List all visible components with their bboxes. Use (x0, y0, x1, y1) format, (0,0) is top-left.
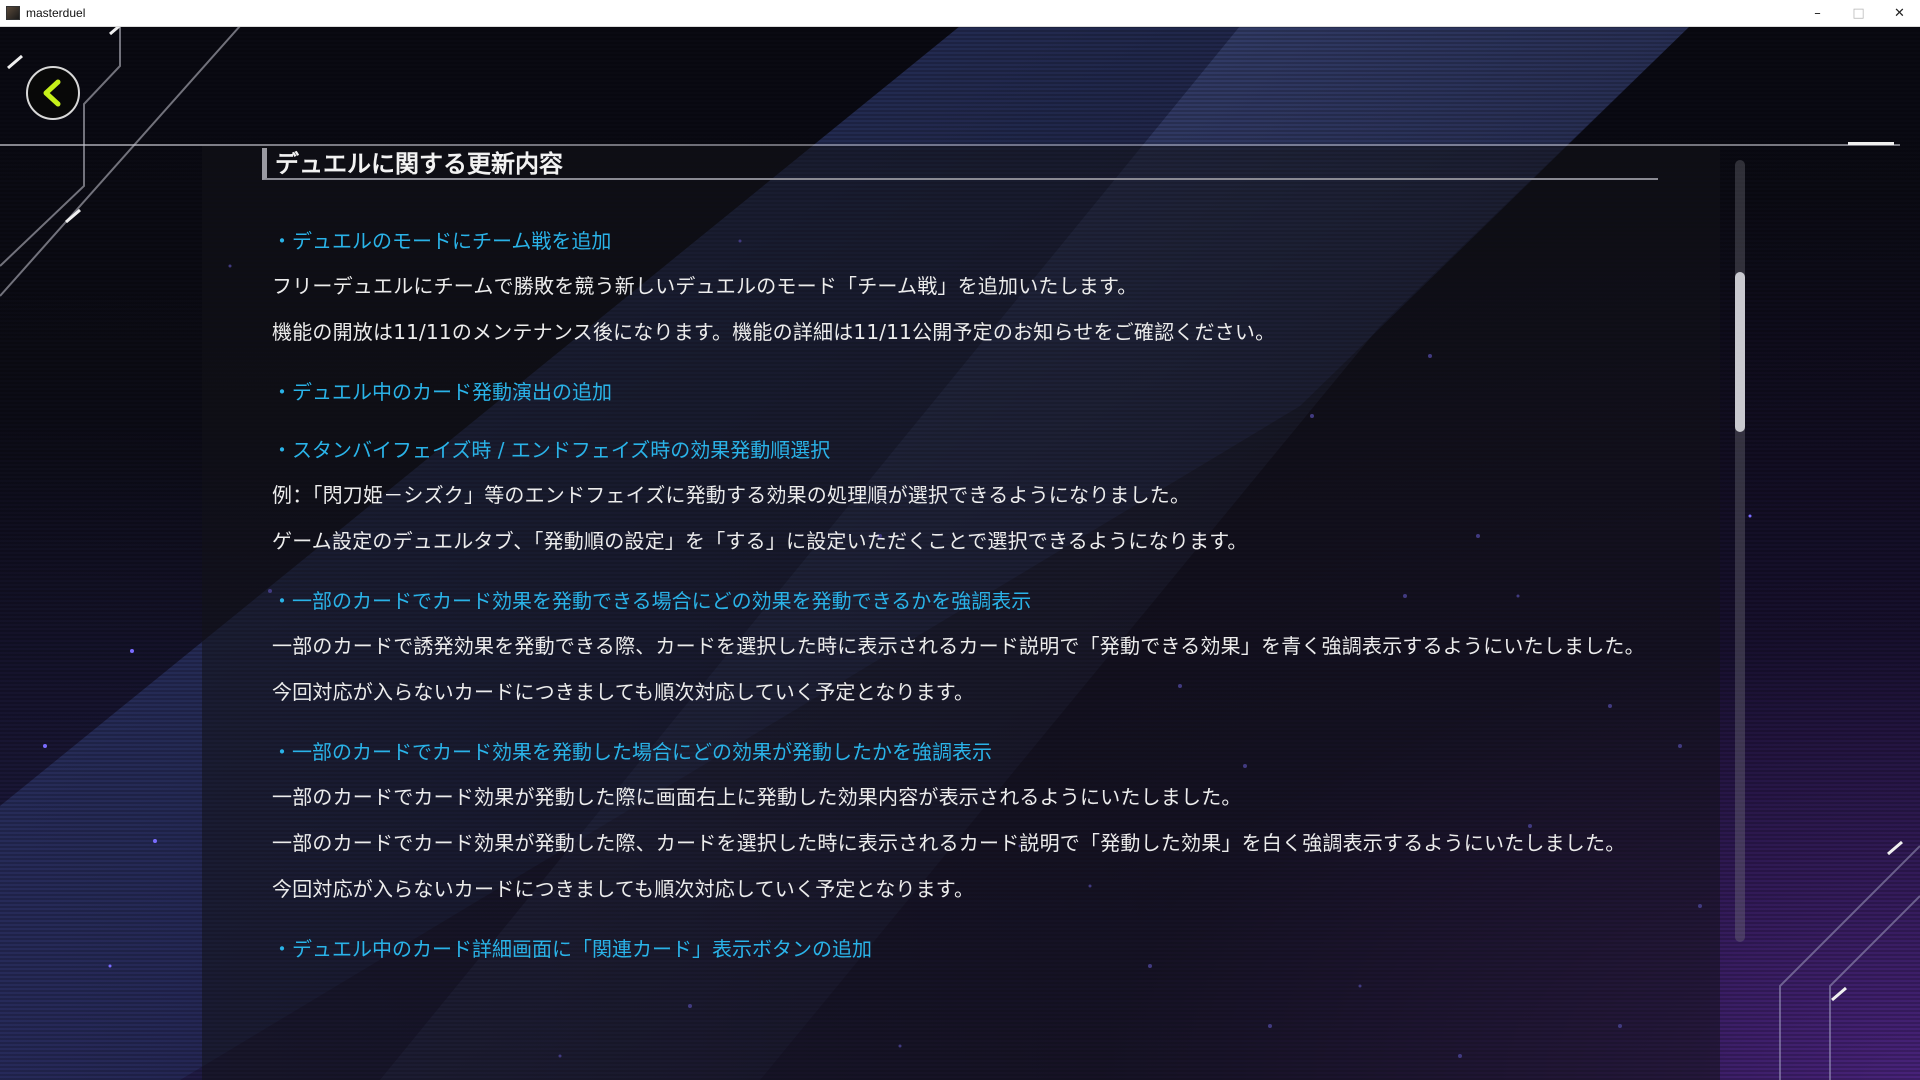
update-item-text: フリーデュエルにチームで勝敗を競う新しいデュエルのモード「チーム戦」を追加いたし… (272, 274, 1138, 298)
update-item: ・デュエル中のカード発動演出の追加 (272, 377, 1662, 407)
notice-content[interactable]: デュエルに関する更新内容 ・デュエルのモードにチーム戦を追加フリーデュエルにチー… (262, 146, 1662, 1080)
section-title-bar: デュエルに関する更新内容 (262, 148, 1658, 180)
update-item-text: 今回対応が入らないカードにつきましても順次対応していく予定となります。 (272, 877, 975, 901)
window-controls: – □ ✕ (1797, 0, 1920, 26)
update-item-heading: ・デュエルのモードにチーム戦を追加 (272, 229, 612, 253)
update-item-heading: ・一部のカードでカード効果を発動できる場合にどの効果を発動できるかを強調表示 (272, 589, 1032, 613)
update-item-heading: ・デュエル中のカード詳細画面に「関連カード」表示ボタンの追加 (272, 937, 872, 961)
update-item-text: ゲーム設定のデュエルタブ、「発動順の設定」を「する」に設定いただくことで選択でき… (272, 529, 1248, 553)
update-item-heading: ・一部のカードでカード効果を発動した場合にどの効果が発動したかを強調表示 (272, 740, 992, 764)
masterduel-app-icon (6, 6, 20, 20)
update-item-text: 一部のカードで誘発効果を発動できる際、カードを選択した時に表示されるカード説明で… (272, 634, 1645, 658)
maximize-button[interactable]: □ (1838, 0, 1879, 26)
update-item: ・一部のカードでカード効果を発動した場合にどの効果が発動したかを強調表示一部のカ… (272, 737, 1662, 906)
update-item-heading: ・スタンバイフェイズ時 / エンドフェイズ時の効果発動順選択 (272, 438, 831, 462)
update-item-text: 今回対応が入らないカードにつきましても順次対応していく予定となります。 (272, 680, 975, 704)
back-button[interactable] (26, 66, 80, 120)
update-item-text: 例：「閃刀姫－シズク」等のエンドフェイズに発動する効果の処理順が選択できるように… (272, 483, 1191, 507)
update-item-heading: ・デュエル中のカード発動演出の追加 (272, 380, 612, 404)
window-title: masterduel (26, 6, 86, 20)
update-item-text: 一部のカードでカード効果が発動した際に画面右上に発動した効果内容が表示されるよう… (272, 785, 1242, 809)
window-titlebar: masterduel – □ ✕ (0, 0, 1920, 27)
section-title: デュエルに関する更新内容 (275, 150, 563, 178)
update-item: ・デュエル中のカード詳細画面に「関連カード」表示ボタンの追加 (272, 934, 1662, 964)
update-item: ・デュエルのモードにチーム戦を追加フリーデュエルにチームで勝敗を競う新しいデュエ… (272, 226, 1662, 349)
game-window: masterduel – □ ✕ デュエルに関する更新内容 ・デュエルのモードに… (0, 0, 1920, 1080)
update-item-text: 一部のカードでカード効果が発動した際、カードを選択した時に表示されるカード説明で… (272, 831, 1626, 855)
scrollbar-thumb[interactable] (1735, 271, 1745, 432)
close-button[interactable]: ✕ (1879, 0, 1920, 26)
update-item-text: 機能の開放は11/11のメンテナンス後になります。機能の詳細は11/11公開予定… (272, 320, 1276, 344)
update-item: ・スタンバイフェイズ時 / エンドフェイズ時の効果発動順選択例：「閃刀姫－シズク… (272, 435, 1662, 558)
header-divider-accent (1848, 142, 1894, 145)
minimize-button[interactable]: – (1797, 0, 1838, 26)
chevron-left-icon (43, 79, 61, 107)
update-item: ・一部のカードでカード効果を発動できる場合にどの効果を発動できるかを強調表示一部… (272, 586, 1662, 709)
update-list: ・デュエルのモードにチーム戦を追加フリーデュエルにチームで勝敗を競う新しいデュエ… (272, 226, 1662, 992)
